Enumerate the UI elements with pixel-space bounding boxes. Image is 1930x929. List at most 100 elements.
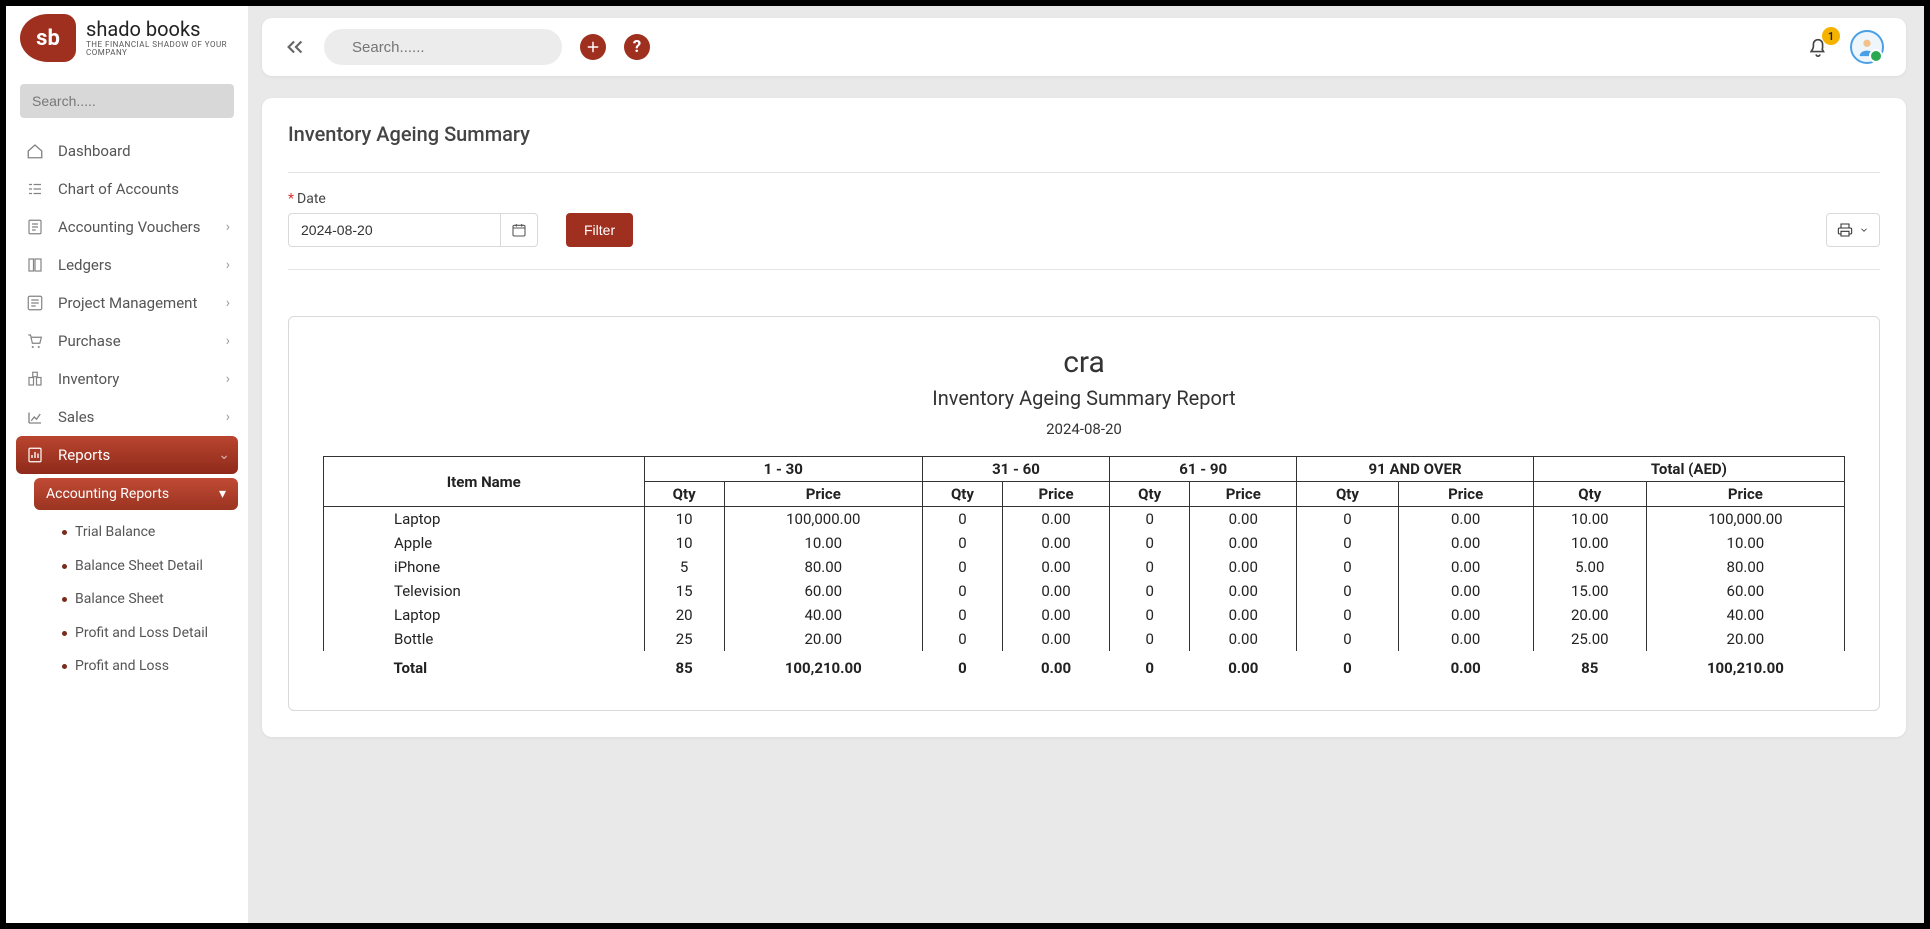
sidebar-item-label: Chart of Accounts <box>58 180 179 198</box>
main-area: ? 1 Inventory Ageing Summary *Date <box>248 6 1924 923</box>
total-cell: 0.00 <box>1398 651 1533 680</box>
print-menu-button[interactable] <box>1826 213 1880 247</box>
submenu-item-trial-balance[interactable]: Trial Balance <box>34 516 238 550</box>
total-cell: 0.00 <box>1003 651 1110 680</box>
sidebar-item-ledgers[interactable]: Ledgers› <box>16 246 238 284</box>
help-button[interactable]: ? <box>624 34 650 60</box>
sidebar-item-label: Sales <box>58 408 94 426</box>
nav-icon <box>26 332 44 350</box>
cell: 20.00 <box>1646 627 1844 651</box>
cell: 10.00 <box>1533 531 1646 555</box>
cell: 0 <box>1110 627 1190 651</box>
sidebar: sb shado books THE FINANCIAL SHADOW OF Y… <box>6 6 248 923</box>
sidebar-item-inventory[interactable]: Inventory› <box>16 360 238 398</box>
page-card: Inventory Ageing Summary *Date Filter <box>262 98 1906 737</box>
submenu-item-balance-sheet-detail[interactable]: Balance Sheet Detail <box>34 550 238 584</box>
cell: 0 <box>1297 555 1398 579</box>
date-label: *Date <box>288 191 538 207</box>
nav-icon <box>26 256 44 274</box>
cell: 0.00 <box>1190 603 1297 627</box>
total-cell: 85 <box>644 651 724 680</box>
sidebar-item-purchase[interactable]: Purchase› <box>16 322 238 360</box>
global-search-input[interactable] <box>350 38 553 57</box>
cell: 0.00 <box>1003 531 1110 555</box>
sidebar-item-project-management[interactable]: Project Management› <box>16 284 238 322</box>
cell: 20 <box>644 603 724 627</box>
calendar-icon <box>511 222 527 238</box>
brand-mark: sb <box>20 14 76 62</box>
total-cell: 100,210.00 <box>724 651 922 680</box>
submenu-item-profit-and-loss[interactable]: Profit and Loss <box>34 650 238 684</box>
cell-item: Apple <box>324 531 645 555</box>
cell: 100,000.00 <box>724 507 922 532</box>
cell: 0.00 <box>1190 531 1297 555</box>
submenu-item-label: Balance Sheet Detail <box>75 558 203 576</box>
cell: 40.00 <box>1646 603 1844 627</box>
cell: 0 <box>1297 579 1398 603</box>
sidebar-item-sales[interactable]: Sales› <box>16 398 238 436</box>
cell: 0 <box>922 627 1002 651</box>
cell: 5 <box>644 555 724 579</box>
total-cell: 100,210.00 <box>1646 651 1844 680</box>
filter-button[interactable]: Filter <box>566 213 633 247</box>
cell: 0.00 <box>1398 507 1533 532</box>
col-qty: Qty <box>1297 482 1398 507</box>
cell: 0.00 <box>1190 507 1297 532</box>
brand-logo: sb shado books THE FINANCIAL SHADOW OF Y… <box>6 6 248 70</box>
cell: 0 <box>1297 603 1398 627</box>
submenu-head[interactable]: Accounting Reports▾ <box>34 478 238 510</box>
table-row: Apple1010.0000.0000.0000.0010.0010.00 <box>324 531 1845 555</box>
report-title: Inventory Ageing Summary Report <box>323 386 1845 410</box>
sidebar-item-accounting-vouchers[interactable]: Accounting Vouchers› <box>16 208 238 246</box>
total-cell: 0.00 <box>1190 651 1297 680</box>
sidebar-item-label: Accounting Vouchers <box>58 218 201 236</box>
submenu-item-profit-and-loss-detail[interactable]: Profit and Loss Detail <box>34 617 238 651</box>
date-picker-button[interactable] <box>500 213 538 247</box>
col-price: Price <box>1190 482 1297 507</box>
user-avatar[interactable] <box>1850 30 1884 64</box>
col-group: 61 - 90 <box>1110 457 1297 482</box>
total-cell: 0 <box>922 651 1002 680</box>
table-row: Television1560.0000.0000.0000.0015.0060.… <box>324 579 1845 603</box>
cell: 25 <box>644 627 724 651</box>
report-panel: cra Inventory Ageing Summary Report 2024… <box>288 316 1880 711</box>
cell: 0.00 <box>1190 579 1297 603</box>
nav-icon <box>26 180 44 198</box>
add-button[interactable] <box>580 34 606 60</box>
report-company: cra <box>323 345 1845 380</box>
sidebar-item-label: Purchase <box>58 332 121 350</box>
nav-icon <box>26 370 44 388</box>
col-qty: Qty <box>1110 482 1190 507</box>
notification-badge: 1 <box>1822 27 1840 45</box>
chevron-down-icon: ⌄ <box>218 447 230 463</box>
submenu-item-balance-sheet[interactable]: Balance Sheet <box>34 583 238 617</box>
cell: 10 <box>644 531 724 555</box>
notifications-button[interactable]: 1 <box>1804 33 1832 61</box>
col-group: 1 - 30 <box>644 457 922 482</box>
sidebar-search-input[interactable] <box>20 84 234 118</box>
cell: 0 <box>1110 555 1190 579</box>
cell: 20.00 <box>724 627 922 651</box>
sidebar-item-reports[interactable]: Reports⌄ <box>16 436 238 474</box>
cell: 0.00 <box>1003 627 1110 651</box>
date-input[interactable] <box>288 213 500 247</box>
global-search[interactable] <box>324 29 562 65</box>
cell-item: Laptop <box>324 507 645 532</box>
cell: 0 <box>1110 507 1190 532</box>
topbar: ? 1 <box>262 18 1906 76</box>
col-qty: Qty <box>922 482 1002 507</box>
cell: 25.00 <box>1533 627 1646 651</box>
submenu-item-label: Balance Sheet <box>75 591 164 609</box>
cell: 0.00 <box>1398 531 1533 555</box>
sidebar-item-dashboard[interactable]: Dashboard <box>16 132 238 170</box>
sidebar-item-label: Inventory <box>58 370 119 388</box>
question-icon: ? <box>633 37 641 57</box>
table-row: Laptop2040.0000.0000.0000.0020.0040.00 <box>324 603 1845 627</box>
sidebar-item-chart-of-accounts[interactable]: Chart of Accounts <box>16 170 238 208</box>
table-row: Laptop10100,000.0000.0000.0000.0010.0010… <box>324 507 1845 532</box>
total-cell: 85 <box>1533 651 1646 680</box>
cell: 0.00 <box>1003 555 1110 579</box>
cell: 0.00 <box>1398 579 1533 603</box>
collapse-sidebar-button[interactable] <box>284 36 306 58</box>
filter-row: *Date Filter <box>288 191 1880 247</box>
